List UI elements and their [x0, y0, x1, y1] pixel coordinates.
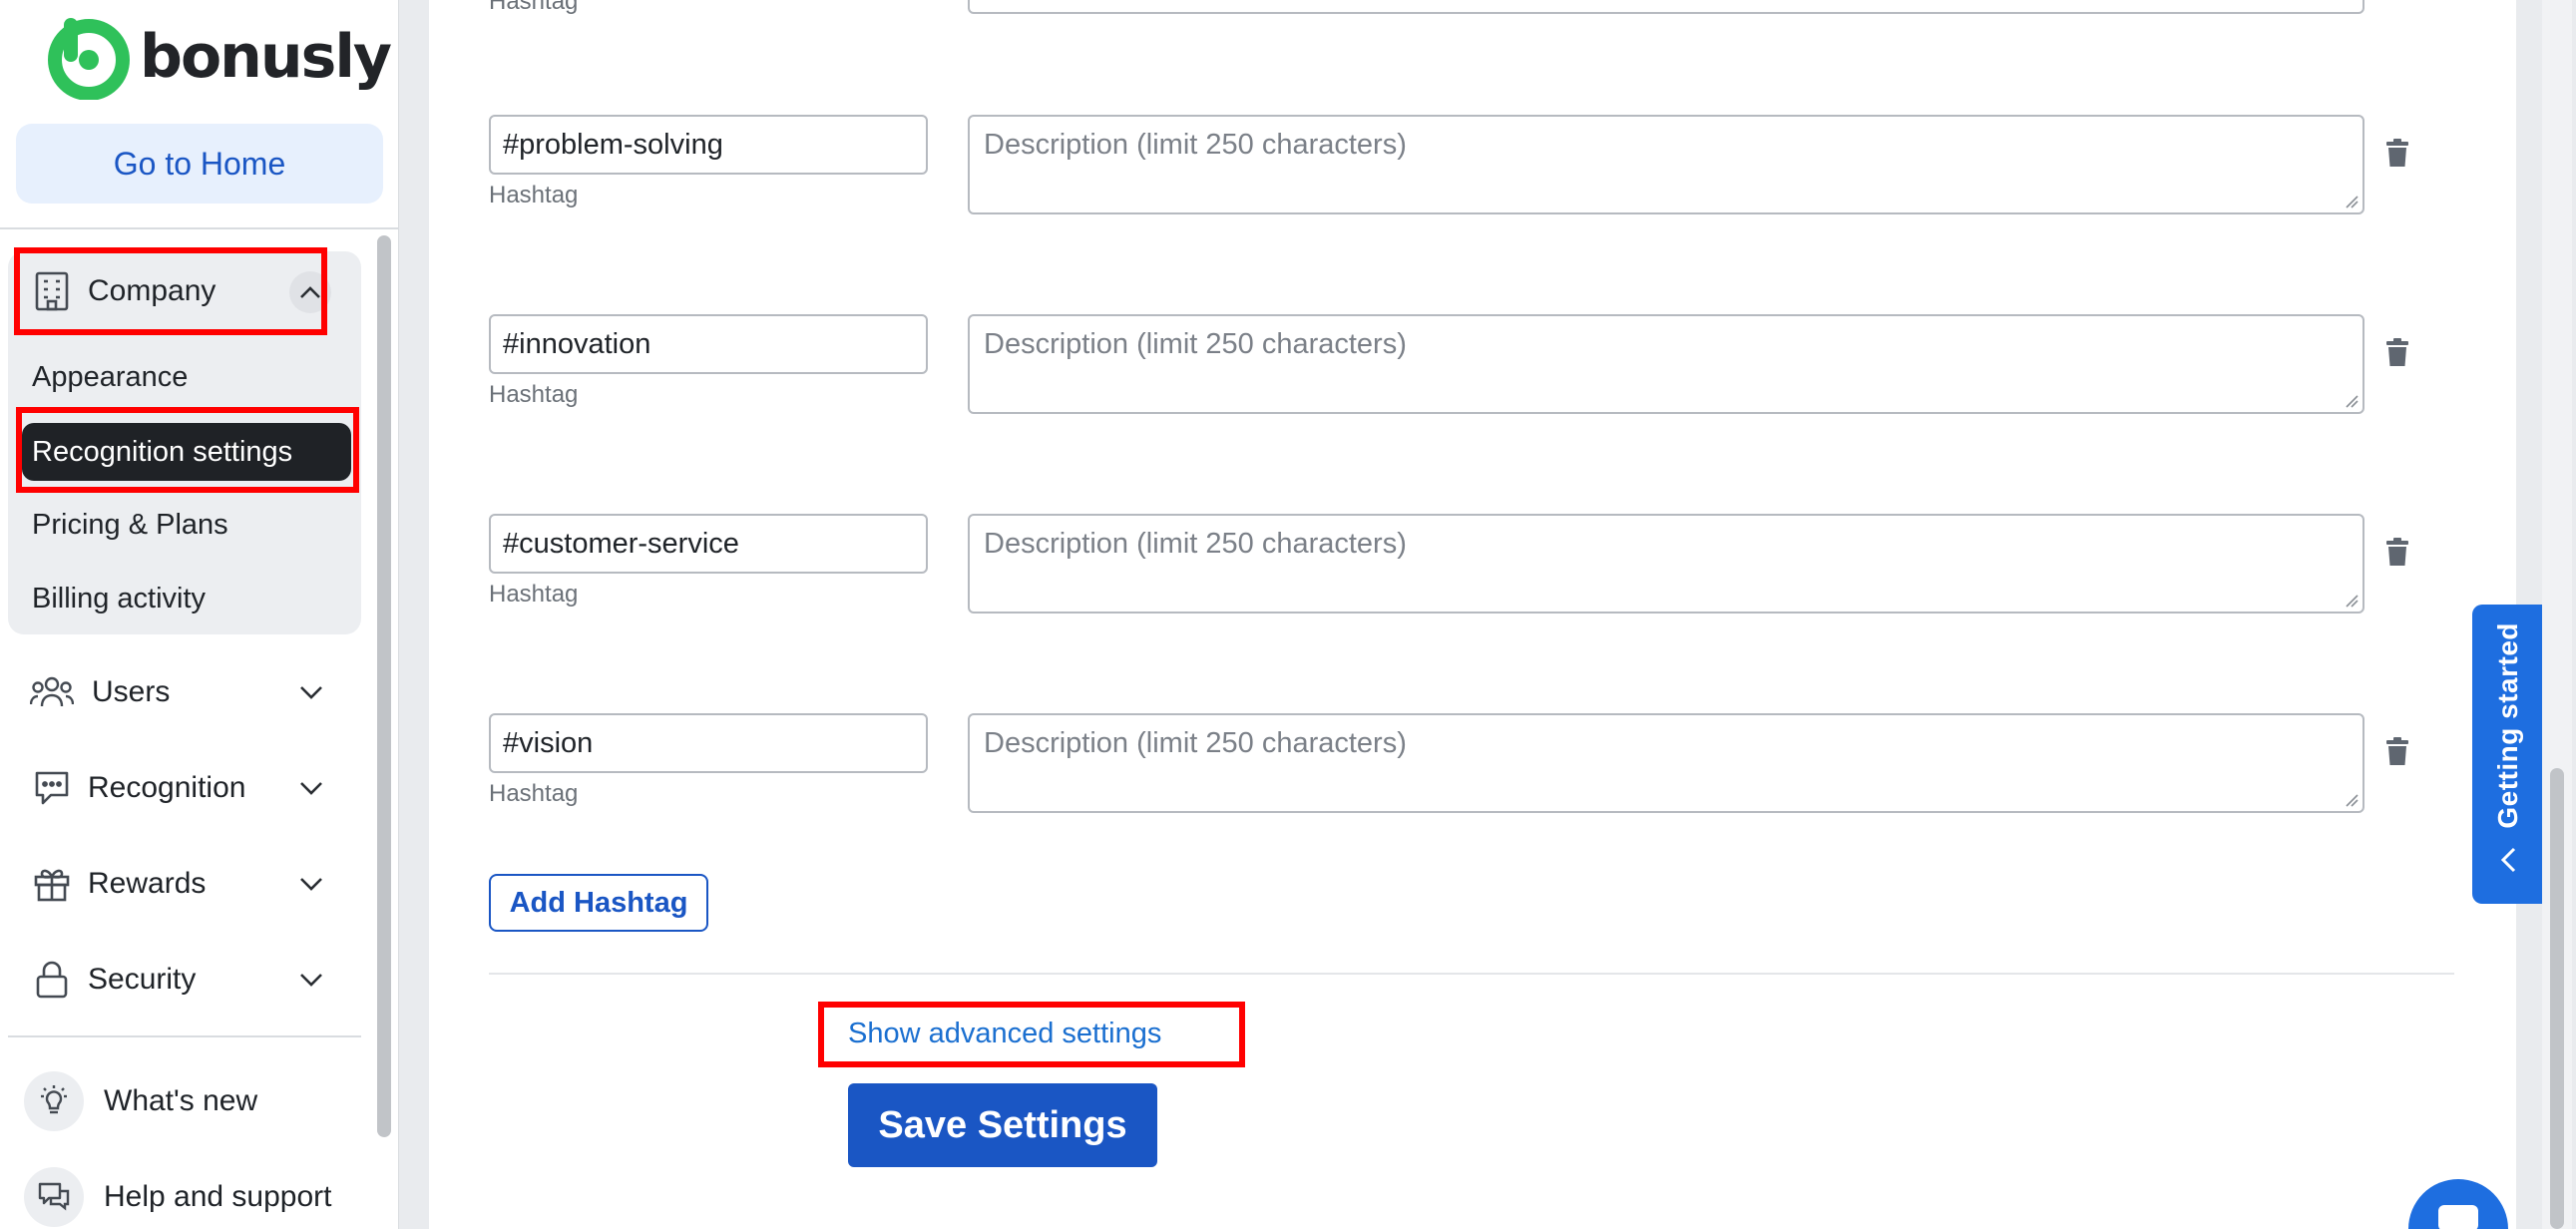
building-icon — [30, 269, 74, 313]
sidebar: bonusly Go to Home Company Appearance Re… — [0, 0, 399, 1229]
sidebar-item-rewards[interactable]: Rewards — [30, 862, 206, 906]
users-icon — [30, 670, 74, 714]
brand-name: bonusly — [140, 22, 392, 92]
description-textarea[interactable]: Description (limit 250 characters) — [968, 115, 2364, 214]
sidebar-subitem-appearance[interactable]: Appearance — [32, 361, 188, 394]
resize-grip-icon[interactable] — [2345, 394, 2359, 408]
hashtag-input[interactable]: #innovation — [489, 314, 928, 374]
chevron-left-icon — [2500, 847, 2516, 872]
delete-hashtag-button[interactable] — [2382, 535, 2412, 569]
hashtag-field-label: Hashtag — [489, 780, 579, 807]
hashtag-input[interactable]: #vision — [489, 713, 928, 773]
description-textarea[interactable]: Description (limit 250 characters) — [968, 713, 2364, 813]
getting-started-label: Getting started — [2492, 622, 2523, 829]
main-scrollbar[interactable] — [2550, 768, 2564, 1229]
hashtag-input[interactable]: #problem-solving — [489, 115, 928, 175]
sidebar-subitem-pricing-plans[interactable]: Pricing & Plans — [32, 509, 228, 542]
sidebar-item-label: Users — [92, 675, 171, 708]
chevron-down-icon[interactable] — [291, 864, 331, 904]
hashtag-field-label: Hashtag — [489, 182, 579, 208]
trash-icon — [2386, 139, 2408, 167]
sidebar-item-label: What's new — [104, 1084, 258, 1117]
hashtag-field-label: Hashtag — [489, 581, 579, 608]
getting-started-tab[interactable]: Getting started — [2472, 605, 2544, 904]
chevron-down-icon[interactable] — [291, 768, 331, 808]
section-divider — [489, 973, 2454, 975]
description-textarea-partial[interactable] — [968, 0, 2364, 14]
sidebar-item-label: Recognition — [88, 771, 246, 804]
trash-icon — [2386, 737, 2408, 765]
delete-hashtag-button[interactable] — [2382, 335, 2412, 369]
sidebar-item-whats-new[interactable]: What's new — [24, 1071, 257, 1131]
chevron-up-icon[interactable] — [289, 271, 331, 313]
sidebar-item-security[interactable]: Security — [30, 958, 196, 1002]
resize-grip-icon[interactable] — [2345, 594, 2359, 608]
hashtag-input[interactable]: #customer-service — [489, 514, 928, 574]
chevron-down-icon[interactable] — [291, 960, 331, 1000]
sidebar-subitem-recognition-settings[interactable]: Recognition settings — [22, 423, 351, 481]
description-placeholder: Description (limit 250 characters) — [984, 129, 1407, 161]
lock-icon — [30, 958, 74, 1002]
bonusly-logo[interactable]: bonusly — [46, 14, 392, 100]
delete-hashtag-button[interactable] — [2382, 734, 2412, 768]
description-placeholder: Description (limit 250 characters) — [984, 727, 1407, 759]
description-placeholder: Description (limit 250 characters) — [984, 328, 1407, 360]
hashtag-field-label: Hashtag — [489, 0, 579, 15]
sidebar-item-label: Help and support — [104, 1180, 332, 1213]
description-textarea[interactable]: Description (limit 250 characters) — [968, 314, 2364, 414]
add-hashtag-button[interactable]: Add Hashtag — [489, 874, 708, 932]
chat-icon — [30, 766, 74, 810]
trash-icon — [2386, 538, 2408, 566]
sidebar-item-label: Company — [88, 274, 216, 307]
chat-bubble-icon — [2438, 1205, 2478, 1229]
resize-grip-icon[interactable] — [2345, 793, 2359, 807]
description-textarea[interactable]: Description (limit 250 characters) — [968, 514, 2364, 614]
go-to-home-button[interactable]: Go to Home — [16, 124, 383, 204]
save-settings-button[interactable]: Save Settings — [848, 1083, 1157, 1167]
hashtag-field-label: Hashtag — [489, 381, 579, 408]
lightbulb-icon — [24, 1071, 84, 1131]
sidebar-item-label: Security — [88, 963, 197, 996]
delete-hashtag-button[interactable] — [2382, 136, 2412, 170]
sidebar-scrollbar[interactable] — [377, 235, 391, 1137]
description-placeholder: Description (limit 250 characters) — [984, 528, 1407, 560]
sidebar-subitem-billing-activity[interactable]: Billing activity — [32, 583, 206, 615]
bonusly-logo-icon — [48, 18, 130, 100]
sidebar-divider — [8, 1035, 361, 1037]
chevron-down-icon[interactable] — [291, 672, 331, 712]
sidebar-item-recognition[interactable]: Recognition — [30, 766, 245, 810]
sidebar-item-help-support[interactable]: Help and support — [24, 1167, 332, 1227]
gift-icon — [30, 862, 74, 906]
trash-icon — [2386, 338, 2408, 366]
resize-grip-icon[interactable] — [2345, 195, 2359, 208]
show-advanced-settings-link[interactable]: Show advanced settings — [848, 1018, 1161, 1050]
sidebar-item-label: Rewards — [88, 867, 207, 900]
sidebar-item-users[interactable]: Users — [30, 670, 170, 714]
support-chat-icon — [24, 1167, 84, 1227]
sidebar-item-company[interactable]: Company — [30, 269, 215, 313]
sidebar-divider — [0, 227, 398, 229]
